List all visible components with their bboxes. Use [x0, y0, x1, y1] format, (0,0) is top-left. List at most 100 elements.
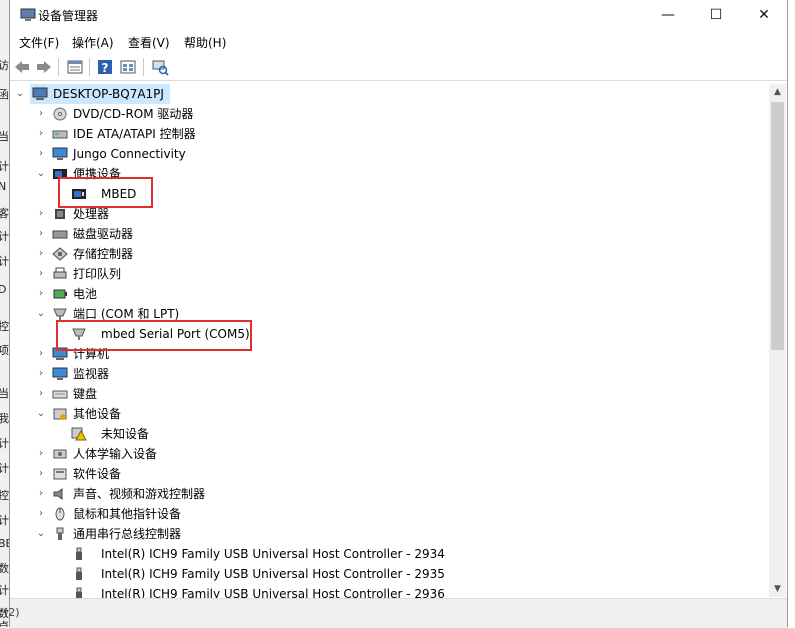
tree-item-label: 声音、视频和游戏控制器 [73, 487, 206, 501]
toolbar-separator [89, 58, 90, 76]
background-text: 函 [0, 86, 9, 102]
chevron-right-icon[interactable]: › [36, 364, 46, 384]
background-text: 计 [0, 253, 9, 269]
chevron-right-icon[interactable]: › [36, 264, 46, 284]
view-icon[interactable] [119, 58, 137, 76]
background-text: 访 [0, 57, 9, 73]
highlight-box-serial-port [56, 320, 252, 351]
chevron-down-icon[interactable]: ⌄ [36, 524, 46, 544]
tree-item-label: Intel(R) ICH9 Family USB Universal Host … [101, 587, 445, 598]
maximize-button[interactable]: ☐ [693, 0, 739, 30]
background-text: D [0, 283, 6, 296]
scrollbar-thumb[interactable] [771, 102, 784, 350]
background-text: 计 [0, 228, 9, 244]
properties-icon[interactable] [66, 58, 84, 76]
tree-item-label: DVD/CD-ROM 驱动器 [73, 107, 194, 121]
mouse-icon [55, 507, 65, 521]
highlight-box-mbed [58, 177, 153, 208]
software-icon [53, 468, 67, 480]
tree-item-label: 未知设备 [101, 427, 150, 441]
menu-help[interactable]: 帮助(H) [184, 34, 226, 51]
forward-icon[interactable] [35, 58, 53, 76]
tree-item-label: Intel(R) ICH9 Family USB Universal Host … [101, 547, 445, 561]
other-device-icon [53, 408, 67, 420]
tree-item-label: 监视器 [73, 367, 110, 381]
monitor-icon [52, 367, 68, 380]
background-text: 计 [0, 460, 9, 476]
chevron-right-icon[interactable]: › [36, 224, 46, 244]
background-text: 卓 [0, 618, 9, 627]
tree-item-label: 鼠标和其他指针设备 [73, 507, 182, 521]
background-text: 项 [0, 342, 9, 358]
background-text: 计 [0, 158, 9, 174]
menu-view[interactable]: 查看(V) [128, 34, 170, 51]
minimize-button[interactable]: — [645, 0, 691, 30]
background-text: 计 [0, 435, 9, 451]
menu-file[interactable]: 文件(F) [19, 34, 59, 51]
tree-item-label: 存储控制器 [73, 247, 134, 261]
monitor-icon [52, 147, 68, 160]
tree-item-label: IDE ATA/ATAPI 控制器 [73, 127, 196, 141]
tree-item-label: Intel(R) ICH9 Family USB Universal Host … [101, 567, 445, 581]
vertical-scrollbar[interactable]: ▲ ▼ [769, 84, 786, 597]
background-text: 控 [0, 318, 9, 334]
device-manager-window: 设备管理器 — ☐ ✕ 文件(F) 操作(A) 查看(V) 帮助(H) ? ⌄ … [4, 0, 788, 628]
dvd-icon [53, 107, 67, 121]
warning-icon [71, 427, 87, 441]
toolbar-separator [143, 58, 144, 76]
background-text: 当 [0, 385, 9, 401]
chevron-right-icon[interactable]: › [36, 144, 46, 164]
menu-action[interactable]: 操作(A) [72, 34, 114, 51]
toolbar-separator [58, 58, 59, 76]
tree-item-label: 人体学输入设备 [73, 447, 158, 461]
chevron-right-icon[interactable]: › [36, 124, 46, 144]
background-text: 数 [0, 560, 9, 576]
chevron-right-icon[interactable]: › [36, 384, 46, 404]
status-text: (2) [4, 606, 20, 619]
tree-root-label: DESKTOP-BQ7A1PJ [53, 87, 164, 101]
background-text: 当 [0, 128, 9, 144]
chevron-right-icon[interactable]: › [36, 444, 46, 464]
tree-item-label: 磁盘驱动器 [73, 227, 134, 241]
close-button[interactable]: ✕ [741, 0, 787, 30]
computer-icon [32, 87, 48, 100]
help-icon[interactable]: ? [96, 58, 114, 76]
background-text: 我 [0, 410, 9, 426]
battery-icon [53, 289, 67, 299]
port-icon [53, 308, 67, 320]
tree-item-label: 电池 [73, 287, 98, 301]
svg-text:?: ? [102, 61, 109, 75]
usb-plug-icon [76, 567, 82, 580]
chevron-down-icon[interactable]: ⌄ [36, 404, 46, 424]
chevron-right-icon[interactable]: › [36, 244, 46, 264]
printer-icon [53, 267, 67, 279]
tree-root[interactable]: ⌄ DESKTOP-BQ7A1PJ [16, 84, 170, 104]
chevron-right-icon[interactable]: › [36, 464, 46, 484]
background-text: 控 [0, 487, 9, 503]
background-text: 客 [0, 205, 9, 221]
chevron-down-icon[interactable]: ⌄ [36, 304, 46, 324]
scroll-up-icon[interactable]: ▲ [769, 84, 786, 100]
chevron-right-icon[interactable]: › [36, 104, 46, 124]
keyboard-icon [52, 390, 68, 399]
chevron-right-icon[interactable]: › [36, 344, 46, 364]
background-text: 计 [0, 582, 9, 598]
chevron-down-icon[interactable]: ⌄ [15, 84, 25, 104]
chevron-down-icon[interactable]: ⌄ [36, 164, 46, 184]
back-icon[interactable] [13, 58, 31, 76]
storage-icon [52, 247, 68, 261]
menu-bar: 文件(F) 操作(A) 查看(V) 帮助(H) [10, 30, 787, 52]
scan-hardware-icon[interactable] [151, 58, 169, 76]
status-bar: (2) [4, 598, 787, 628]
chevron-right-icon[interactable]: › [36, 204, 46, 224]
chevron-right-icon[interactable]: › [36, 504, 46, 524]
scroll-down-icon[interactable]: ▼ [769, 581, 786, 597]
chevron-right-icon[interactable]: › [36, 284, 46, 304]
usb-plug-icon [76, 587, 82, 598]
speaker-icon [53, 488, 63, 500]
background-text: 计 [0, 512, 9, 528]
hid-icon [53, 449, 67, 459]
title-bar: 设备管理器 — ☐ ✕ [10, 0, 787, 30]
chevron-right-icon[interactable]: › [36, 484, 46, 504]
tree-item-label: 打印队列 [73, 267, 122, 281]
